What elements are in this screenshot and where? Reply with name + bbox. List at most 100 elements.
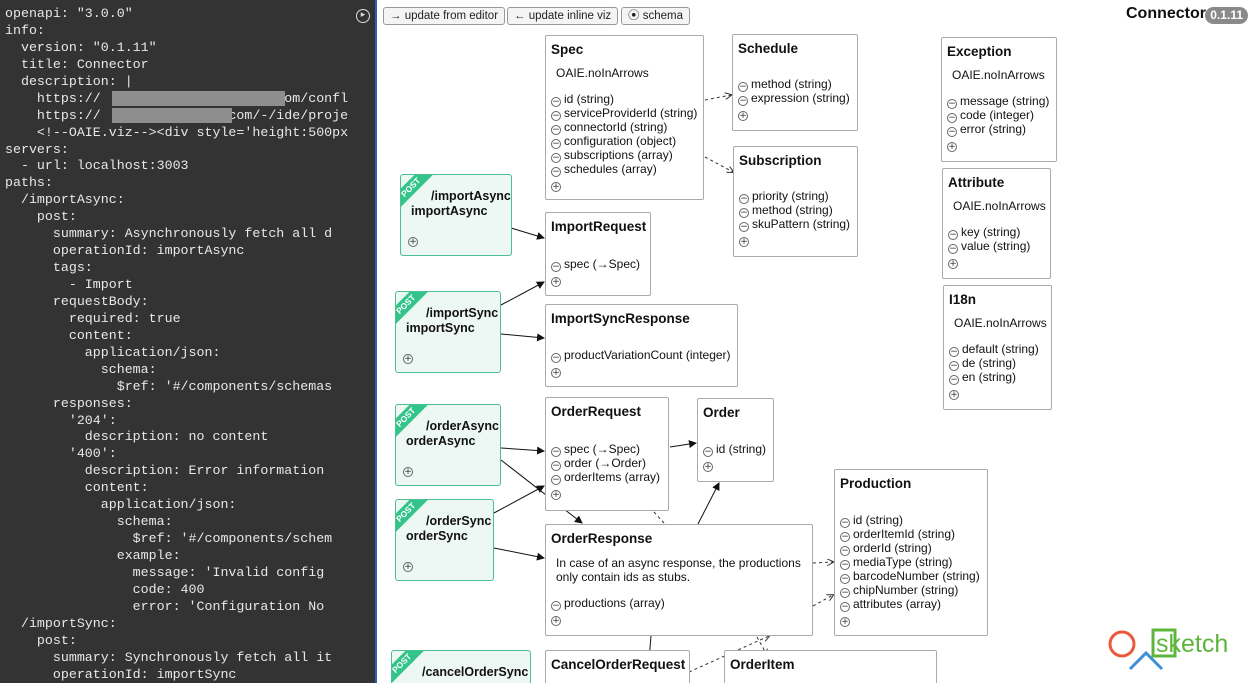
editor-line[interactable]: description: no content <box>5 429 348 446</box>
schema-box-import-sync-response[interactable]: ImportSyncResponse − productVariationCoun… <box>545 304 738 387</box>
expand-icon[interactable]: + <box>947 137 960 152</box>
editor-line[interactable]: application/json: <box>5 497 348 514</box>
schema-property[interactable]: − skuPattern (string) <box>739 217 850 232</box>
collapse-icon[interactable]: − <box>738 96 748 106</box>
collapse-icon[interactable]: − <box>551 167 561 177</box>
expand-icon[interactable]: + <box>949 385 962 400</box>
expand-icon[interactable]: + <box>840 612 853 627</box>
editor-line[interactable]: '204': <box>5 413 348 430</box>
schema-property[interactable]: − spec (→Spec) <box>551 257 640 272</box>
collapse-icon[interactable]: − <box>739 222 749 232</box>
circle-arrow-icon[interactable]: ▸ <box>356 9 370 23</box>
editor-line[interactable]: version: "0.1.11" <box>5 40 348 57</box>
collapse-icon[interactable]: − <box>703 447 713 457</box>
schema-property[interactable]: − id (string) <box>551 92 697 107</box>
schema-box-cancel-order-request[interactable]: CancelOrderRequest <box>545 650 690 683</box>
editor-line[interactable]: post: <box>5 209 348 226</box>
schema-property[interactable]: − orderItemId (string) <box>840 527 980 542</box>
schema-property[interactable]: − code (integer) <box>947 108 1049 123</box>
schema-property[interactable]: − key (string) <box>948 225 1030 240</box>
expand-icon[interactable]: + <box>551 485 564 500</box>
schema-property[interactable]: − priority (string) <box>739 189 850 204</box>
editor-line[interactable]: /importAsync: <box>5 192 348 209</box>
schema-box-production[interactable]: Production − id (string) − orderItemId (str… <box>834 469 988 636</box>
editor-line[interactable]: - url: localhost:3003 <box>5 158 348 175</box>
schema-property[interactable]: − expression (string) <box>738 91 850 106</box>
editor-line[interactable]: code: 400 <box>5 582 348 599</box>
editor-line[interactable]: tags: <box>5 260 348 277</box>
collapse-icon[interactable]: − <box>551 475 561 485</box>
expand-icon[interactable]: + <box>948 254 961 269</box>
schema-property[interactable]: − productions (array) <box>551 596 665 611</box>
schema-property[interactable]: − en (string) <box>949 370 1039 385</box>
schema-property[interactable]: − method (string) <box>739 203 850 218</box>
schema-box-attribute[interactable]: Attribute OAIE.noInArrows − key (string) −… <box>942 168 1051 279</box>
editor-line[interactable]: responses: <box>5 396 348 413</box>
schema-property[interactable]: − default (string) <box>949 342 1039 357</box>
schema-property[interactable]: − orderId (string) <box>840 541 980 556</box>
editor-line[interactable]: content: <box>5 328 348 345</box>
editor-line[interactable]: servers: <box>5 142 348 159</box>
schema-property[interactable]: − mediaType (string) <box>840 555 980 570</box>
yaml-editor[interactable]: openapi: "3.0.0" info: version: "0.1.11" … <box>0 0 377 683</box>
editor-line[interactable]: /importSync: <box>5 616 348 633</box>
schema-property[interactable]: − order (→Order) <box>551 456 660 471</box>
schema-box-order-request[interactable]: OrderRequest − spec (→Spec) − order (→Order… <box>545 397 669 511</box>
editor-line[interactable]: requestBody: <box>5 294 348 311</box>
schema-property[interactable]: − connectorId (string) <box>551 120 697 135</box>
schema-property[interactable]: − id (string) <box>840 513 980 528</box>
schema-box-i18n[interactable]: I18n OAIE.noInArrows − default (string) − d… <box>943 285 1052 410</box>
schema-box-exception[interactable]: Exception OAIE.noInArrows − message (stri… <box>941 37 1057 162</box>
expand-icon[interactable]: + <box>403 347 416 365</box>
editor-line[interactable]: post: <box>5 633 348 650</box>
schema-property[interactable]: − serviceProviderId (string) <box>551 106 697 121</box>
collapse-icon[interactable]: − <box>551 353 561 363</box>
schema-property[interactable]: − error (string) <box>947 122 1049 137</box>
schema-box-subscription[interactable]: Subscription − priority (string) − method (… <box>733 146 858 257</box>
schema-property[interactable]: − productVariationCount (integer) <box>551 348 731 363</box>
schema-property[interactable]: − attributes (array) <box>840 597 980 612</box>
expand-icon[interactable]: + <box>703 457 716 472</box>
collapse-icon[interactable]: − <box>840 602 850 612</box>
editor-line[interactable]: - Import <box>5 277 348 294</box>
schema-property[interactable]: − de (string) <box>949 356 1039 371</box>
expand-icon[interactable]: + <box>403 555 416 573</box>
expand-icon[interactable]: + <box>738 106 751 121</box>
editor-line[interactable]: info: <box>5 23 348 40</box>
collapse-icon[interactable]: − <box>948 244 958 254</box>
schema-box-order-item[interactable]: OrderItem <box>724 650 937 683</box>
schema-property[interactable]: − spec (→Spec) <box>551 442 660 457</box>
operation-card-importsync[interactable]: POST /importSync importSync + <box>395 291 501 373</box>
expand-icon[interactable]: + <box>551 177 564 192</box>
schema-box-spec[interactable]: Spec OAIE.noInArrows − id (string) − servic… <box>545 35 704 200</box>
schema-property[interactable]: − id (string) <box>703 442 766 457</box>
schema-property[interactable]: − method (string) <box>738 77 850 92</box>
editor-line[interactable]: summary: Asynchronously fetch all d <box>5 226 348 243</box>
collapse-icon[interactable]: − <box>947 127 957 137</box>
editor-line[interactable]: description: | <box>5 74 348 91</box>
schema-property[interactable]: − subscriptions (array) <box>551 148 697 163</box>
editor-line[interactable]: example: <box>5 548 348 565</box>
expand-icon[interactable]: + <box>408 230 421 248</box>
schema-property[interactable]: − barcodeNumber (string) <box>840 569 980 584</box>
editor-line[interactable]: schema: <box>5 514 348 531</box>
collapse-icon[interactable]: − <box>949 375 959 385</box>
expand-icon[interactable]: + <box>551 611 564 626</box>
editor-line[interactable]: paths: <box>5 175 348 192</box>
expand-icon[interactable]: + <box>551 363 564 378</box>
expand-icon[interactable]: + <box>403 460 416 478</box>
schema-property[interactable]: − chipNumber (string) <box>840 583 980 598</box>
operation-card-orderasync[interactable]: POST /orderAsync orderAsync + <box>395 404 501 486</box>
editor-line[interactable]: $ref: '#/components/schem <box>5 531 348 548</box>
editor-line[interactable]: message: 'Invalid config <box>5 565 348 582</box>
editor-line[interactable]: error: 'Configuration No <box>5 599 348 616</box>
operation-card-ordersync[interactable]: POST /orderSync orderSync + <box>395 499 494 581</box>
editor-line[interactable]: required: true <box>5 311 348 328</box>
editor-line[interactable]: <!--OAIE.viz--><div style='height:500px <box>5 125 348 142</box>
schema-property[interactable]: − configuration (object) <box>551 134 697 149</box>
expand-icon[interactable]: + <box>551 272 564 287</box>
schema-property[interactable]: − orderItems (array) <box>551 470 660 485</box>
schema-box-import-request[interactable]: ImportRequest − spec (→Spec) + <box>545 212 651 296</box>
editor-line[interactable]: application/json: <box>5 345 348 362</box>
collapse-icon[interactable]: − <box>551 601 561 611</box>
